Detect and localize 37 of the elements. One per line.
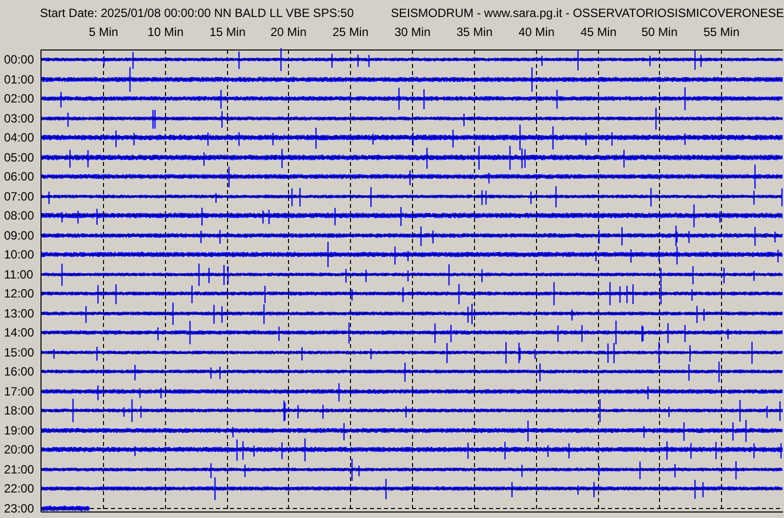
hour-label: 15:00	[4, 346, 34, 360]
hour-label: 09:00	[4, 228, 34, 242]
hour-label: 21:00	[4, 462, 34, 476]
hour-label: 01:00	[4, 72, 34, 86]
minute-label: 20 Min	[270, 25, 307, 39]
minute-label: 40 Min	[518, 25, 555, 39]
hour-label: 00:00	[4, 52, 34, 66]
hour-label: 04:00	[4, 130, 34, 144]
hour-label: 10:00	[4, 248, 34, 262]
recording-info: Start Date: 2025/01/08 00:00:00 NN BALD LL VBE SPS:50	[40, 5, 355, 22]
hour-label: 23:00	[4, 502, 34, 516]
minute-label: 5 Min	[88, 25, 118, 39]
hour-label: 05:00	[4, 150, 34, 164]
hour-label: 17:00	[4, 384, 34, 398]
hour-label: 22:00	[4, 482, 34, 496]
hour-label: 18:00	[4, 404, 34, 418]
hour-label: 02:00	[4, 92, 34, 106]
hour-label: 07:00	[4, 190, 34, 204]
minute-label: 50 Min	[641, 25, 678, 39]
hour-label: 06:00	[4, 170, 34, 184]
hour-label: 03:00	[4, 112, 34, 126]
minute-label: 35 Min	[456, 25, 493, 39]
minute-label: 25 Min	[332, 25, 369, 39]
hour-label: 20:00	[4, 442, 34, 456]
minute-label: 30 Min	[394, 25, 431, 39]
minute-label: 10 Min	[147, 25, 184, 39]
hour-label: 13:00	[4, 306, 34, 320]
hour-label: 19:00	[4, 424, 34, 438]
hour-label: 14:00	[4, 326, 34, 340]
hour-label: 11:00	[4, 268, 34, 282]
hour-label: 12:00	[4, 286, 34, 300]
hour-label: 16:00	[4, 364, 34, 378]
hour-label: 08:00	[4, 208, 34, 222]
minute-label: 45 Min	[580, 25, 617, 39]
minute-label: 55 Min	[703, 25, 740, 39]
minute-label: 15 Min	[209, 25, 246, 39]
source-title: SEISMODRUM - www.sara.pg.it - OSSERVATORIOSISMICOVERONESE	[390, 5, 784, 22]
